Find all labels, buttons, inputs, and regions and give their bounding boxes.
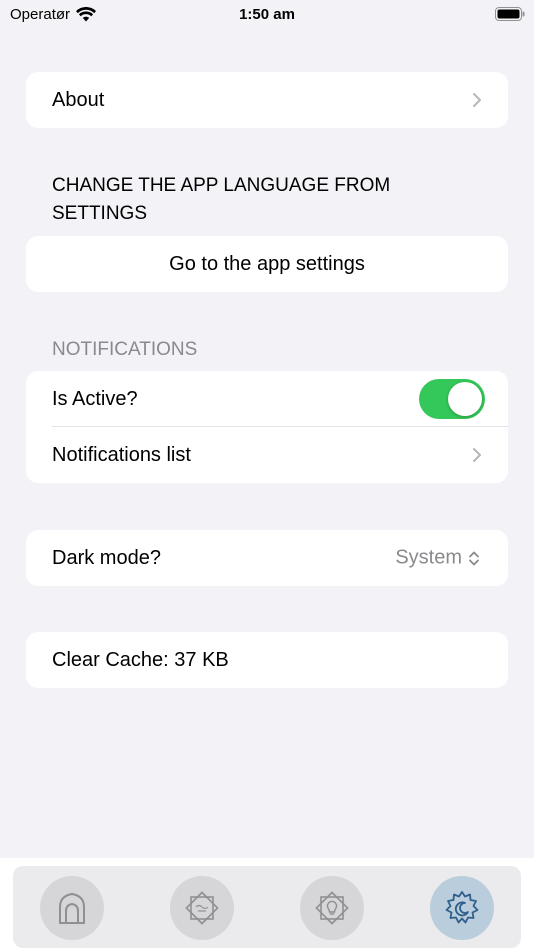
cache-card: Clear Cache: 37 KB (26, 632, 508, 688)
language-card: Go to the app settings (26, 236, 508, 292)
is-active-toggle[interactable] (419, 379, 485, 419)
dark-mode-picker[interactable]: System (395, 547, 480, 570)
is-active-row: Is Active? (26, 371, 508, 427)
tab-ideas[interactable] (300, 876, 364, 940)
lightbulb-icon (315, 891, 349, 925)
go-to-settings-button[interactable]: Go to the app settings (26, 236, 508, 292)
dark-mode-card: Dark mode? System (26, 530, 508, 586)
clear-cache-label: Clear Cache: 37 KB (52, 648, 229, 671)
dark-mode-label: Dark mode? (52, 546, 161, 569)
chevron-right-icon (473, 448, 481, 462)
about-label: About (52, 88, 105, 111)
status-bar: Operatør 1:50 am (0, 0, 534, 30)
language-section-header: CHANGE THE APP LANGUAGE FROM SETTINGS (52, 175, 391, 224)
chevron-up-down-icon (469, 551, 479, 565)
is-active-label: Is Active? (52, 387, 138, 410)
settings-icon (445, 891, 479, 924)
dark-mode-value: System (395, 546, 462, 569)
dark-mode-row: Dark mode? System (26, 530, 508, 586)
toggle-knob (448, 382, 482, 416)
notifications-card: Is Active? Notifications list (26, 371, 508, 483)
tab-settings[interactable] (430, 876, 494, 940)
battery-icon (495, 7, 525, 21)
home-icon (59, 892, 85, 924)
notifications-list-label: Notifications list (52, 443, 191, 466)
tab-bar (13, 866, 521, 948)
notifications-list-row[interactable]: Notifications list (26, 427, 508, 483)
dhikr-icon (185, 891, 219, 925)
notifications-section-header: NOTIFICATIONS (52, 339, 198, 360)
status-time: 1:50 am (239, 6, 295, 23)
about-row[interactable]: About (26, 72, 508, 128)
go-to-settings-label: Go to the app settings (169, 252, 365, 275)
about-card: About (26, 72, 508, 128)
clear-cache-row[interactable]: Clear Cache: 37 KB (26, 632, 508, 688)
tab-home[interactable] (40, 876, 104, 940)
chevron-right-icon (473, 93, 481, 107)
tab-dhikr[interactable] (170, 876, 234, 940)
